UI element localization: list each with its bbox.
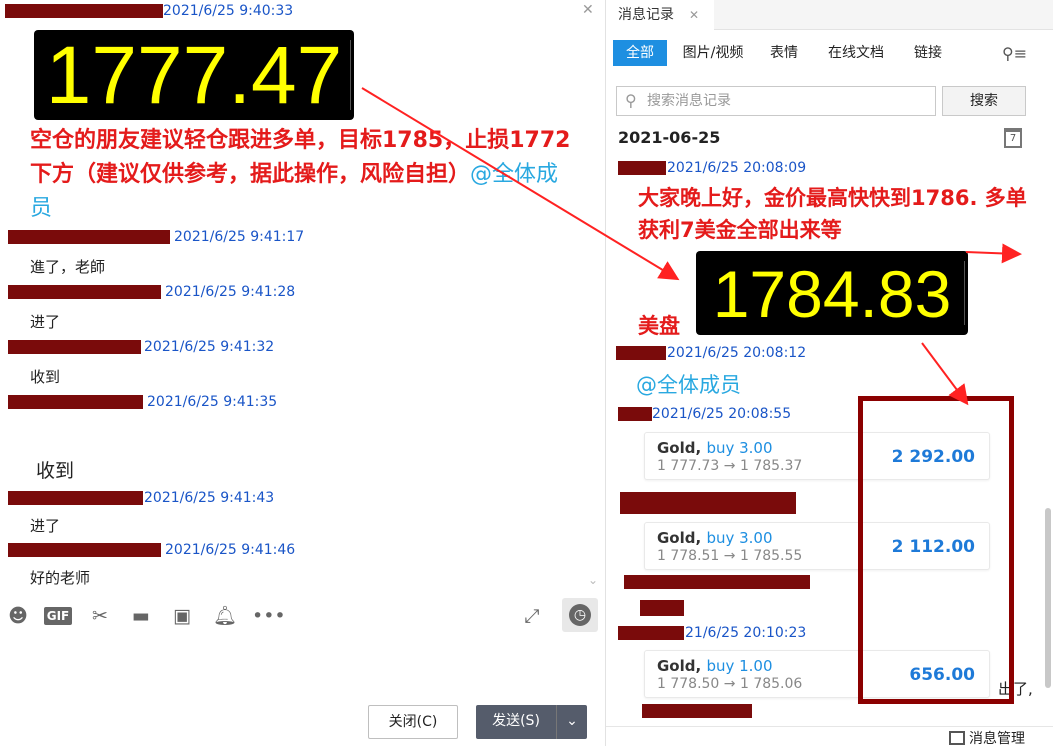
close-tab-icon[interactable]: ✕ (689, 0, 699, 30)
send-button[interactable]: 发送(S) (476, 705, 556, 739)
filter-tab-emoji[interactable]: 表情 (762, 40, 806, 66)
gold-price-display: 1777.47 (34, 30, 354, 121)
trade-symbol-name: Gold, (657, 657, 702, 675)
filter-icon[interactable]: ⚲≡ (1002, 44, 1027, 63)
trade-range: 1 778.50 → 1 785.06 (657, 676, 803, 692)
trade-range: 1 777.73 → 1 785.37 (657, 458, 803, 474)
redacted-sender (618, 626, 684, 640)
message-text: 進了，老師 (30, 258, 106, 276)
gif-icon[interactable]: GIF (44, 607, 72, 625)
history-pane: 消息记录 ✕ 全部 图片/视频 表情 在线文档 链接 ⚲≡ ⚲ 搜索消息记录 搜索… (606, 0, 1053, 748)
mention-all[interactable]: @全体成员 (636, 369, 741, 399)
filter-tab-media[interactable]: 图片/视频 (676, 40, 750, 66)
message-text: 进了 (30, 517, 61, 535)
trade-range: 1 778.51 → 1 785.55 (657, 548, 803, 564)
send-options-chevron-icon[interactable]: ⌄ (556, 705, 587, 739)
redacted-sender (8, 395, 143, 409)
redacted-sender (616, 346, 666, 360)
calendar-icon[interactable]: 7 (1004, 128, 1022, 148)
close-button[interactable]: 关闭(C) (368, 705, 458, 739)
chat-pane: 2021/6/25 9:40:33 ✕ 1777.47 空仓的朋友建议轻仓跟进多… (0, 0, 606, 746)
filter-tab-links[interactable]: 链接 (906, 40, 950, 66)
message-timestamp: 2021/6/25 9:41:32 (144, 339, 275, 355)
tab-label: 消息记录 (618, 7, 674, 23)
message-timestamp: 2021/6/25 20:08:12 (667, 345, 807, 361)
filter-tab-all[interactable]: 全部 (613, 40, 667, 66)
expand-icon[interactable]: ⤢ (520, 604, 544, 628)
redacted-message (640, 600, 684, 616)
redacted-message (642, 704, 752, 718)
manage-label: 消息管理 (969, 731, 1025, 747)
trade-side: buy 3.00 (706, 529, 773, 547)
history-button[interactable]: ◷ (562, 598, 598, 632)
evening-update-message-tail: 美盘 (638, 314, 680, 338)
message-text: 进了 (30, 313, 61, 331)
message-timestamp: 2021/6/25 9:41:46 (165, 542, 296, 558)
calendar-day: 7 (1009, 133, 1017, 144)
trade-side: buy 1.00 (706, 657, 773, 675)
gold-price-display: 1784.83 (696, 251, 968, 335)
redacted-sender (8, 340, 141, 354)
profit-highlight-box (858, 396, 1014, 704)
redacted-sender (618, 161, 666, 175)
redacted-sender (5, 4, 163, 18)
scissors-icon[interactable]: ✂ (88, 604, 112, 628)
redacted-sender (8, 543, 161, 557)
image-icon[interactable]: ▣ (170, 604, 194, 628)
message-timestamp: 2021/6/25 20:08:55 (652, 406, 792, 422)
redacted-sender (8, 285, 161, 299)
input-toolbar: ☻ GIF ✂ ▬ ▣ 🔔︎ ••• ⤢ ◷ (0, 596, 605, 636)
bell-icon[interactable]: 🔔︎ (213, 604, 237, 628)
scrollbar[interactable] (1045, 508, 1051, 688)
date-header: 2021-06-25 (618, 128, 721, 147)
filter-tab-docs[interactable]: 在线文档 (820, 40, 892, 66)
message-timestamp: 2021/6/25 9:40:33 (163, 3, 294, 19)
redacted-sender (618, 407, 652, 421)
message-text: 收到 (30, 368, 61, 386)
tab-message-history[interactable]: 消息记录 ✕ (606, 0, 714, 30)
trade-symbol-name: Gold, (657, 529, 702, 547)
clock-icon: ◷ (569, 604, 591, 626)
collapse-icon[interactable]: ⌄ (588, 573, 598, 587)
redacted-sender (8, 230, 170, 244)
trade-symbol: Gold, buy 1.00 (657, 657, 773, 675)
trade-side: buy 3.00 (706, 439, 773, 457)
search-icon: ⚲ (625, 91, 637, 110)
close-icon[interactable]: ✕ (582, 2, 594, 18)
footer-divider (606, 726, 1053, 727)
message-manage-button[interactable]: 消息管理 (949, 728, 1025, 748)
search-input[interactable]: ⚲ 搜索消息记录 (616, 86, 936, 116)
more-icon[interactable]: ••• (252, 604, 286, 628)
redacted-message (624, 575, 810, 589)
search-button[interactable]: 搜索 (942, 86, 1026, 116)
message-timestamp: 2021/6/25 9:41:35 (147, 394, 278, 410)
trade-symbol: Gold, buy 3.00 (657, 439, 773, 457)
folder-icon[interactable]: ▬ (129, 604, 153, 628)
message-timestamp: 2021/6/25 9:41:17 (174, 229, 305, 245)
message-text: 好的老师 (30, 569, 91, 587)
announcement-message: 空仓的朋友建议轻仓跟进多单，目标1785，止损1772下方（建议仅供参考，据此操… (30, 124, 580, 226)
redacted-message (620, 492, 796, 514)
search-placeholder: 搜索消息记录 (647, 93, 731, 109)
manage-icon (949, 731, 965, 745)
emoji-icon[interactable]: ☻ (6, 604, 30, 628)
trade-symbol: Gold, buy 3.00 (657, 529, 773, 547)
trade-symbol-name: Gold, (657, 439, 702, 457)
message-timestamp: 2021/6/25 9:41:28 (165, 284, 296, 300)
redacted-sender (8, 491, 143, 505)
message-text: 收到 (36, 460, 75, 482)
message-timestamp: 2021/6/25 9:41:43 (144, 490, 275, 506)
message-timestamp: 21/6/25 20:10:23 (685, 625, 807, 641)
message-timestamp: 2021/6/25 20:08:09 (667, 160, 807, 176)
evening-update-message: 大家晚上好，金价最高快快到1786. 多单获利7美金全部出来等 (638, 186, 1027, 242)
